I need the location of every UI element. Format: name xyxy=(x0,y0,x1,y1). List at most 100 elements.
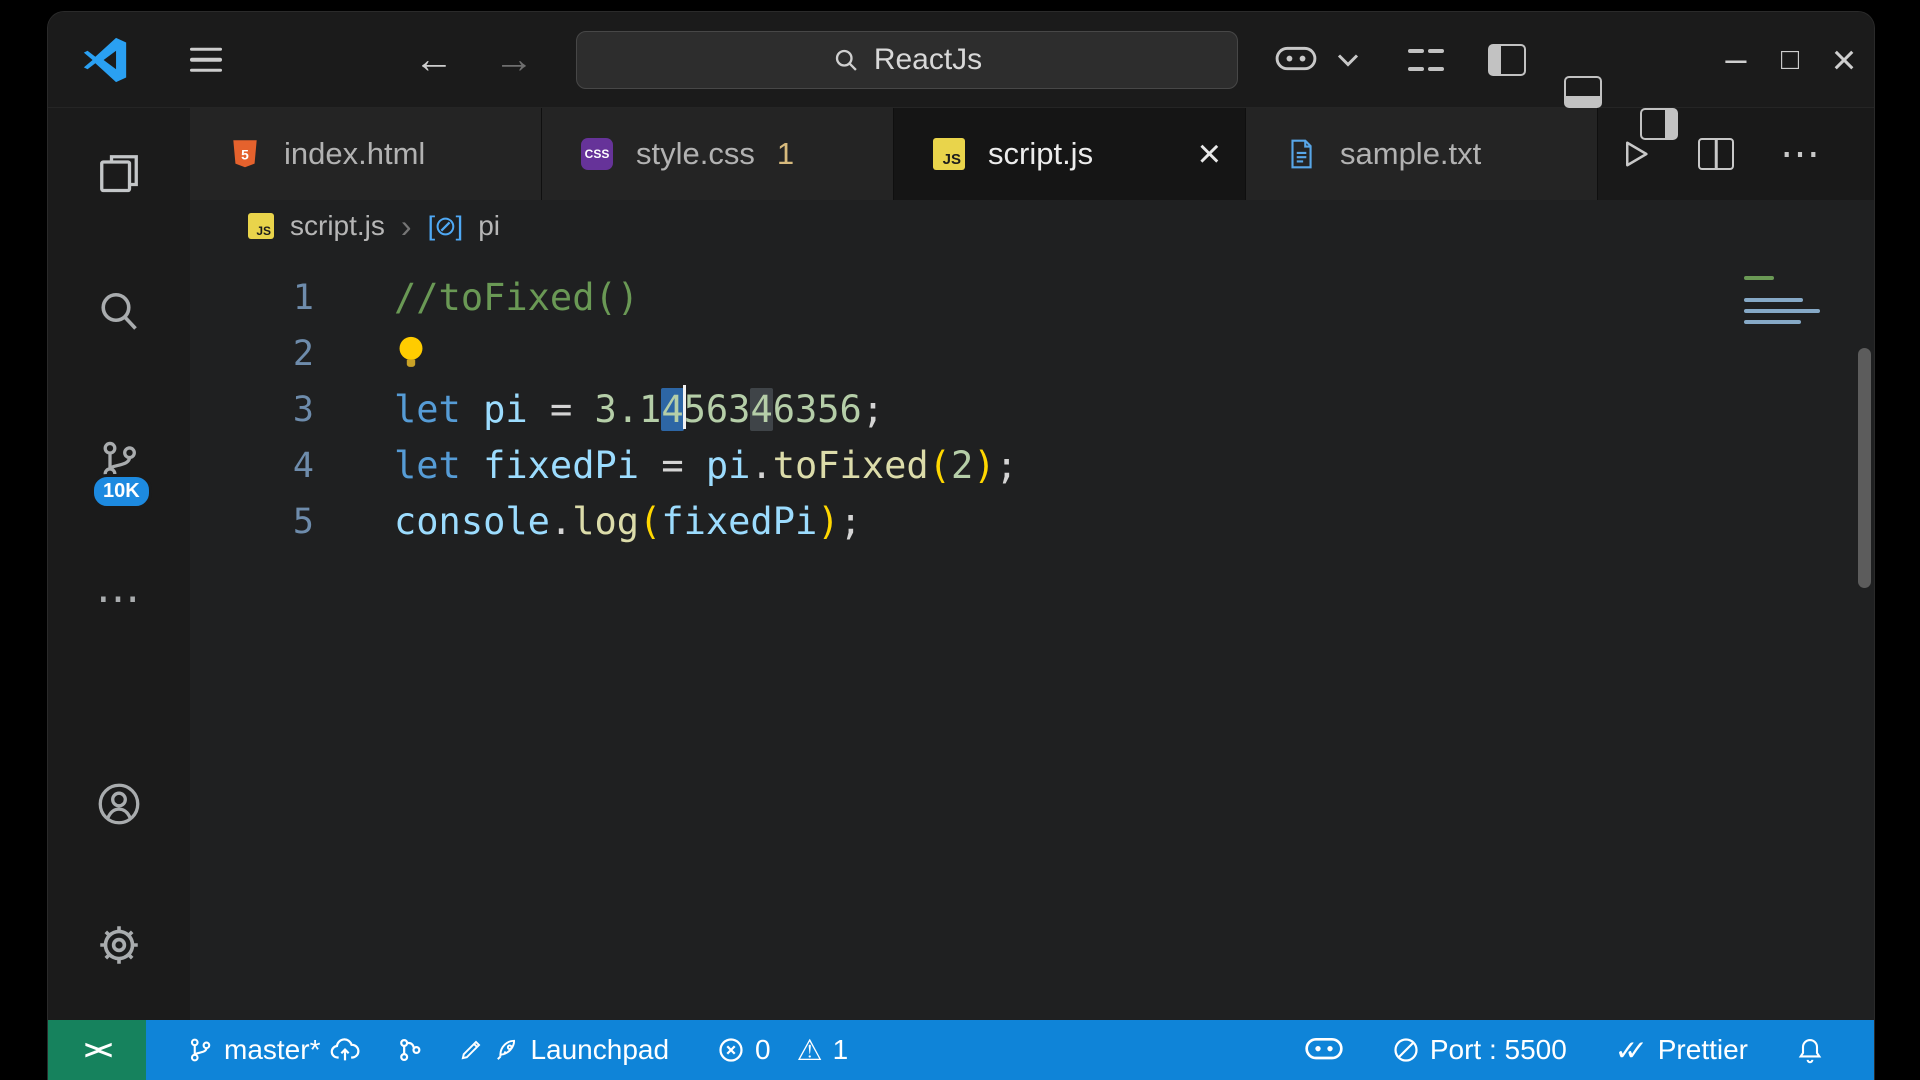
port-label: Port : 5500 xyxy=(1430,1034,1567,1066)
customize-layout-icon[interactable] xyxy=(1408,44,1444,76)
minimap-line xyxy=(1744,298,1803,302)
toggle-panel-icon[interactable] xyxy=(1564,76,1602,108)
notifications-item[interactable] xyxy=(1796,1036,1824,1064)
copilot-status-item[interactable] xyxy=(1304,1035,1344,1065)
maximize-button[interactable]: □ xyxy=(1768,43,1812,77)
search-icon xyxy=(832,46,860,74)
code-token: 3.1 xyxy=(595,388,662,431)
code-token: ; xyxy=(862,388,884,431)
account-icon[interactable] xyxy=(89,774,149,834)
prettier-label: Prettier xyxy=(1658,1034,1748,1066)
close-tab-icon[interactable]: × xyxy=(1198,134,1221,174)
problems-item[interactable]: 0 ⚠ 1 xyxy=(717,1033,848,1068)
explorer-icon[interactable] xyxy=(89,144,149,204)
remote-indicator[interactable]: >< xyxy=(48,1020,146,1080)
tab-style-css[interactable]: CSS style.css 1 xyxy=(542,108,894,200)
code-lines: 1 //toFixed() 2 3 let pi = 3.1456346356; 4 let… xyxy=(190,270,1874,550)
html5-icon: 5 xyxy=(228,137,262,171)
line-number: 1 xyxy=(190,278,314,318)
code-token: console xyxy=(394,500,550,543)
minimap[interactable] xyxy=(1744,276,1828,331)
tab-sample-txt[interactable]: sample.txt xyxy=(1246,108,1598,200)
code-line[interactable]: 2 xyxy=(190,326,1874,382)
more-actions-icon[interactable]: ⋯ xyxy=(89,568,149,628)
breadcrumb: JS script.js › [⊘] pi xyxy=(190,200,1874,252)
code-token: pi xyxy=(483,388,528,431)
forward-arrow-icon[interactable]: → xyxy=(494,37,534,82)
line-number: 5 xyxy=(190,502,314,542)
code-token: log xyxy=(572,500,639,543)
lightbulb-icon[interactable] xyxy=(394,333,428,375)
source-control-icon[interactable]: 10K xyxy=(89,431,149,491)
source-control-graph-item[interactable] xyxy=(396,1036,424,1064)
code-text: console.log(fixedPi); xyxy=(394,494,862,550)
toggle-sidebar-right-icon[interactable] xyxy=(1640,108,1678,140)
line-number: 3 xyxy=(190,390,314,430)
tab-bar: 5 index.html CSS style.css 1 JS script.j… xyxy=(190,108,1874,200)
launchpad-label: Launchpad xyxy=(530,1034,669,1066)
error-count: 0 xyxy=(755,1034,771,1066)
warning-count: 1 xyxy=(833,1034,849,1066)
editor-more-actions-icon[interactable]: ⋯ xyxy=(1780,134,1820,174)
double-check-icon: ✓✓ xyxy=(1615,1034,1648,1067)
tab-script-js[interactable]: JS script.js × xyxy=(894,108,1246,200)
prettier-item[interactable]: ✓✓ Prettier xyxy=(1615,1034,1748,1067)
code-token: 563 xyxy=(684,388,751,431)
branch-label: master* xyxy=(224,1034,320,1066)
code-token: ( xyxy=(639,500,661,543)
code-text xyxy=(394,326,428,382)
editor-scrollbar[interactable] xyxy=(1858,348,1871,588)
js-icon: JS xyxy=(932,137,966,171)
run-code-icon[interactable] xyxy=(1616,136,1652,172)
chevron-down-icon[interactable] xyxy=(1336,52,1360,68)
git-branch-icon xyxy=(186,1036,214,1064)
code-token: ; xyxy=(840,500,862,543)
code-line[interactable]: 3 let pi = 3.1456346356; xyxy=(190,382,1874,438)
split-editor-icon[interactable] xyxy=(1698,138,1734,170)
code-text: let pi = 3.1456346356; xyxy=(394,382,884,438)
code-token: //toFixed() xyxy=(394,276,639,319)
symbol-variable-icon: [⊘] xyxy=(428,211,463,242)
code-token xyxy=(461,444,483,487)
line-number: 4 xyxy=(190,446,314,486)
code-line[interactable]: 1 //toFixed() xyxy=(190,270,1874,326)
edit-icon xyxy=(458,1037,484,1063)
port-item[interactable]: Port : 5500 xyxy=(1392,1034,1567,1066)
copilot-icon[interactable] xyxy=(1274,44,1318,76)
breadcrumb-symbol[interactable]: pi xyxy=(478,210,500,242)
code-token: pi xyxy=(706,444,751,487)
svg-text:5: 5 xyxy=(241,146,249,162)
circle-slash-icon xyxy=(1392,1036,1420,1064)
toggle-sidebar-left-icon[interactable] xyxy=(1488,44,1526,76)
breadcrumb-file[interactable]: script.js xyxy=(290,210,385,242)
tab-problem-badge: 1 xyxy=(777,136,794,172)
minimap-line xyxy=(1744,309,1820,313)
close-button[interactable]: × xyxy=(1822,36,1866,84)
code-line[interactable]: 5 console.log(fixedPi); xyxy=(190,494,1874,550)
search-box[interactable]: ReactJs xyxy=(576,31,1238,89)
minimap-line xyxy=(1744,276,1774,280)
scm-badge: 10K xyxy=(91,474,152,509)
minimize-button[interactable]: – xyxy=(1714,38,1758,81)
menu-icon[interactable] xyxy=(190,47,222,72)
search-text: ReactJs xyxy=(874,43,982,77)
code-token: let xyxy=(394,444,461,487)
code-token: 6356 xyxy=(773,388,862,431)
rocket-icon xyxy=(494,1037,520,1063)
code-token: = xyxy=(528,388,595,431)
code-token: fixedPi xyxy=(483,444,639,487)
search-sidebar-icon[interactable] xyxy=(89,282,149,342)
tab-label: index.html xyxy=(284,136,425,172)
code-token xyxy=(461,388,483,431)
launchpad-item[interactable]: Launchpad xyxy=(458,1034,669,1066)
breadcrumb-separator: › xyxy=(401,208,412,245)
tab-index-html[interactable]: 5 index.html xyxy=(190,108,542,200)
statusbar-right: Port : 5500 ✓✓ Prettier xyxy=(1304,1034,1874,1067)
settings-gear-icon[interactable] xyxy=(89,915,149,975)
git-branch-item[interactable]: master* xyxy=(186,1034,360,1066)
code-line[interactable]: 4let fixedPi = pi.toFixed(2); xyxy=(190,438,1874,494)
code-token: toFixed xyxy=(773,444,929,487)
back-arrow-icon[interactable]: ← xyxy=(414,37,454,82)
code-editor[interactable]: 1 //toFixed() 2 3 let pi = 3.1456346356; 4 let… xyxy=(190,252,1874,1020)
scm-graph-icon xyxy=(396,1036,424,1064)
